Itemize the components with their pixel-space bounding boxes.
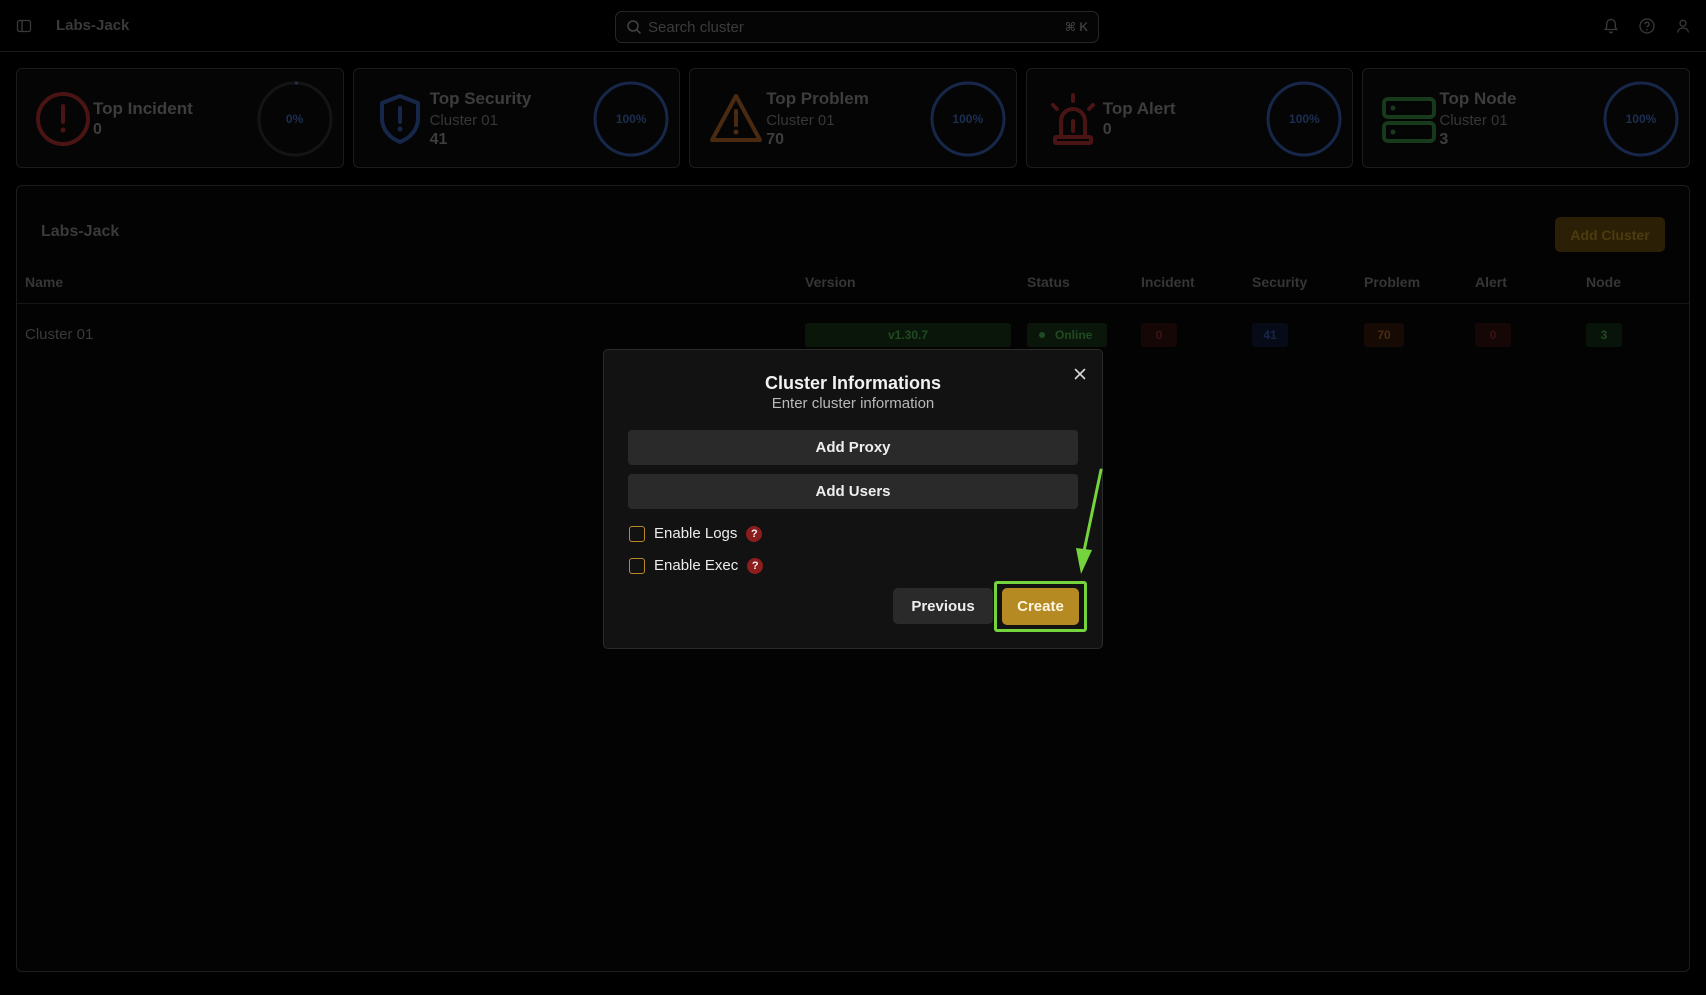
column-alert[interactable]: Alert [1475,274,1507,290]
card-title: Top Node [1439,89,1517,108]
card-title: Top Incident [93,99,193,118]
version-badge: v1.30.7 [805,323,1011,347]
add-proxy-button[interactable]: Add Proxy [628,430,1078,465]
stat-cards: Top Incident 0 0% Top Security Cluster 0… [16,68,1690,168]
create-button[interactable]: Create [1002,588,1079,625]
enable-exec-checkbox[interactable] [629,557,645,574]
card-subtitle: Cluster 01 [1439,112,1508,129]
card-top-node[interactable]: Top Node Cluster 01 3 100% [1362,68,1690,168]
status-label: Online [1055,328,1093,342]
search-box[interactable]: ⌘ K [615,11,1099,43]
card-value: 3 [1439,131,1449,148]
alert-circle-icon [36,92,90,146]
cluster-name: Cluster 01 [25,326,94,343]
incident-badge: 0 [1141,323,1177,347]
enable-logs-row: Enable Logs ? [629,525,763,542]
search-input[interactable] [648,18,1065,36]
top-bar: Labs-Jack ⌘ K [0,0,1706,52]
status-badge: Online [1027,323,1107,347]
problem-badge: 70 [1364,323,1404,347]
card-top-alert[interactable]: Top Alert 0 100% [1025,68,1354,168]
user-icon[interactable] [1674,17,1692,35]
card-value: 0 [1102,121,1112,138]
alert-badge: 0 [1475,323,1511,347]
bell-icon[interactable] [1602,17,1620,35]
column-status[interactable]: Status [1027,274,1070,290]
card-subtitle: Cluster 01 [429,112,498,129]
status-dot-icon [1039,332,1045,338]
warning-triangle-icon [710,94,763,142]
panel-title: Labs-Jack [41,223,120,240]
help-icon[interactable]: ? [746,525,763,542]
enable-logs-label[interactable]: Enable Logs [654,525,737,542]
progress-percent: 100% [1625,112,1657,126]
progress-percent: 100% [1289,112,1320,126]
column-name[interactable]: Name [25,274,63,290]
shield-alert-icon [379,94,420,144]
sidebar-toggle-icon[interactable] [16,18,32,34]
card-top-security[interactable]: Top Security Cluster 01 41 100% [352,68,681,168]
create-highlight: Create [994,581,1087,632]
add-cluster-button[interactable]: Add Cluster [1555,217,1665,252]
add-users-button[interactable]: Add Users [628,474,1078,509]
dialog-title: Cluster Informations [764,373,942,393]
card-value: 0 [93,121,102,138]
cluster-info-dialog: Cluster Informations Enter cluster infor… [603,349,1103,649]
card-title: Top Security [429,89,532,108]
card-value: 70 [766,131,784,148]
card-subtitle: Cluster 01 [766,112,835,129]
previous-button[interactable]: Previous [893,588,993,624]
column-node[interactable]: Node [1586,274,1621,290]
column-security[interactable]: Security [1252,274,1307,290]
app-title: Labs-Jack [56,17,130,34]
column-version[interactable]: Version [805,274,856,290]
enable-logs-checkbox[interactable] [629,525,645,542]
node-badge: 3 [1586,323,1622,347]
progress-percent: 0% [285,112,304,126]
dialog-subtitle: Enter cluster information [771,395,935,412]
server-icon [1382,97,1437,143]
help-icon[interactable] [1638,17,1656,35]
column-problem[interactable]: Problem [1364,274,1420,290]
card-title: Top Alert [1102,99,1176,118]
card-top-incident[interactable]: Top Incident 0 0% [16,68,344,168]
siren-icon [1050,93,1095,145]
search-shortcut: ⌘ K [1064,20,1088,34]
table-header: Name Version Status Incident Security Pr… [17,274,1689,304]
card-top-problem[interactable]: Top Problem Cluster 01 70 100% [689,68,1017,168]
enable-exec-label[interactable]: Enable Exec [654,557,738,574]
progress-percent: 100% [615,112,647,126]
enable-exec-row: Enable Exec ? [629,557,764,574]
help-icon[interactable]: ? [747,557,764,574]
search-icon [627,20,641,34]
column-incident[interactable]: Incident [1141,274,1195,290]
card-title: Top Problem [766,89,869,108]
progress-percent: 100% [952,112,984,126]
security-badge: 41 [1252,323,1288,347]
top-icons [1602,17,1692,35]
card-value: 41 [429,131,448,148]
